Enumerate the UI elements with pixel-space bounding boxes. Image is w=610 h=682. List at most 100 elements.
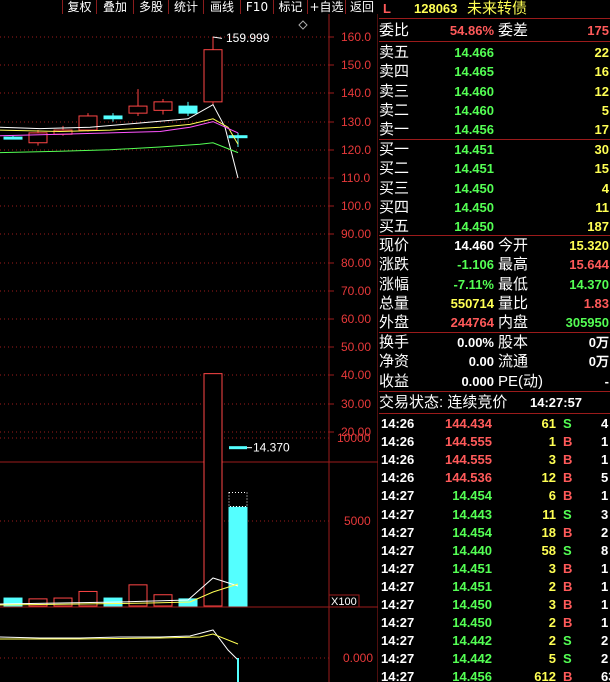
ask-price-2: 14.460 — [454, 83, 494, 99]
ask-price-4: 14.456 — [454, 122, 494, 138]
volume-bar-2 — [53, 597, 73, 607]
fund-value2-0: 0万 — [588, 335, 609, 350]
tick-count-13: 2 — [601, 651, 609, 667]
bid-volume-1: 15 — [594, 161, 609, 177]
tick-time-6: 14:27 — [381, 524, 415, 540]
price-axis-label: 30.00 — [341, 397, 372, 411]
tick-count-7: 8 — [601, 542, 609, 558]
price-axis-label: 60.00 — [341, 312, 372, 326]
tick-count-11: 1 — [601, 615, 609, 631]
tick-count-14: 63 — [601, 669, 610, 682]
candle-3 — [78, 115, 98, 131]
tick-side-8: B — [563, 560, 573, 576]
candle-0 — [3, 136, 23, 140]
diamond-marker — [298, 20, 308, 30]
price-axis-label: 100.0 — [341, 199, 372, 213]
tick-time-3: 14:26 — [381, 470, 415, 486]
tick-side-0: S — [563, 416, 572, 431]
bid-price-1: 14.451 — [454, 161, 494, 177]
toolbar-button-1[interactable]: 叠加 — [96, 0, 133, 14]
tick-side-3: B — [563, 470, 573, 486]
bid-label-1: 买二 — [379, 160, 410, 178]
toolbar-button-4[interactable]: 画线 — [203, 0, 240, 14]
tick-count-8: 1 — [601, 560, 609, 576]
tick-count-6: 2 — [601, 524, 609, 540]
security-code: 128063 — [414, 1, 458, 16]
tick-price-1: 144.555 — [445, 434, 492, 450]
tick-count-2: 1 — [601, 452, 609, 468]
tick-side-10: B — [563, 597, 573, 612]
quote-label-4: 外盘 — [379, 314, 410, 332]
flag-label: L — [383, 1, 391, 16]
tick-price-0: 144.434 — [445, 416, 492, 431]
toolbar-button-2[interactable]: 多股 — [133, 0, 168, 14]
toolbar-button-3[interactable]: 统计 — [168, 0, 203, 14]
low-label: 14.370 — [253, 441, 290, 455]
price-axis-label: 110.0 — [341, 171, 371, 185]
fund-value-0: 0.00% — [457, 335, 494, 350]
tick-count-1: 1 — [601, 434, 609, 450]
toolbar-button-0[interactable]: 复权 — [62, 0, 96, 14]
tick-price-7: 14.440 — [452, 542, 492, 558]
bid-price-2: 14.450 — [454, 180, 494, 196]
tick-side-7: S — [563, 542, 572, 558]
quote-label2-3: 量比 — [498, 294, 529, 312]
tick-count-0: 4 — [601, 416, 609, 431]
toolbar-button-7[interactable]: +自选 — [307, 0, 345, 14]
tick-time-13: 14:27 — [381, 651, 415, 667]
tick-price-13: 14.442 — [452, 651, 492, 667]
macd-dif — [0, 629, 239, 661]
bid-label-3: 买四 — [379, 198, 410, 216]
bid-price-0: 14.451 — [454, 142, 494, 157]
bid-volume-0: 30 — [594, 142, 609, 157]
quote-value-2: -7.11% — [453, 276, 494, 292]
tick-count-3: 5 — [601, 470, 609, 486]
ask-label-4: 卖一 — [379, 121, 410, 139]
candle-4 — [103, 115, 123, 120]
ma60-line — [0, 142, 239, 154]
price-axis-label: 80.00 — [341, 256, 372, 270]
price-axis-label: 130.0 — [341, 115, 372, 129]
tick-side-13: S — [563, 651, 572, 667]
bid-label-2: 买三 — [379, 179, 410, 197]
toolbar-button-5[interactable]: F10 — [240, 0, 273, 14]
quote-value-4: 244764 — [450, 315, 494, 331]
ask-volume-1: 16 — [594, 64, 609, 80]
tick-time-9: 14:27 — [381, 578, 415, 594]
toolbar-button-8[interactable]: 返回 — [345, 0, 378, 14]
tick-side-9: B — [563, 578, 573, 594]
volume-unit-label: X100 — [331, 596, 357, 608]
trade-time: 14:27:57 — [530, 395, 583, 410]
ask-label-2: 卖三 — [379, 82, 410, 100]
fund-label-1: 净资 — [379, 353, 410, 371]
ask-label-1: 卖四 — [379, 63, 410, 81]
tick-side-5: S — [563, 506, 572, 522]
volume-axis-label: 10000 — [337, 431, 371, 445]
price-axis-label: 70.00 — [341, 284, 372, 298]
price-axis-label: 140.0 — [341, 86, 372, 100]
macd-dea — [0, 633, 239, 645]
volume-forecast-box — [228, 491, 248, 507]
toolbar-button-6[interactable]: 标记 — [273, 0, 307, 14]
tick-volume-13: 5 — [548, 651, 556, 667]
quote-value2-3: 1.83 — [583, 295, 609, 311]
tick-price-8: 14.451 — [452, 560, 492, 576]
bid-volume-4: 187 — [587, 219, 609, 235]
tick-price-10: 14.450 — [452, 597, 492, 612]
tick-time-14: 14:27 — [381, 669, 415, 682]
kline-chart[interactable]: 159.999 14.370 X100 — [0, 0, 378, 682]
candle-8 — [203, 49, 223, 103]
price-axis-label: 160.0 — [341, 30, 372, 44]
panel-divider — [379, 391, 610, 392]
quote-label-3: 总量 — [379, 294, 410, 312]
quote-value-0: 14.460 — [454, 238, 494, 253]
price-axis-label: 50.00 — [341, 340, 372, 354]
volume-bar-9 — [228, 506, 248, 607]
quote-label-2: 涨幅 — [379, 275, 410, 293]
panel-divider — [379, 41, 610, 42]
fund-value2-1: 0万 — [588, 354, 609, 370]
ask-price-0: 14.466 — [454, 45, 494, 60]
fund-label2-0: 股本 — [498, 334, 529, 351]
tick-volume-5: 11 — [542, 506, 556, 522]
ask-label-0: 卖五 — [379, 44, 410, 61]
